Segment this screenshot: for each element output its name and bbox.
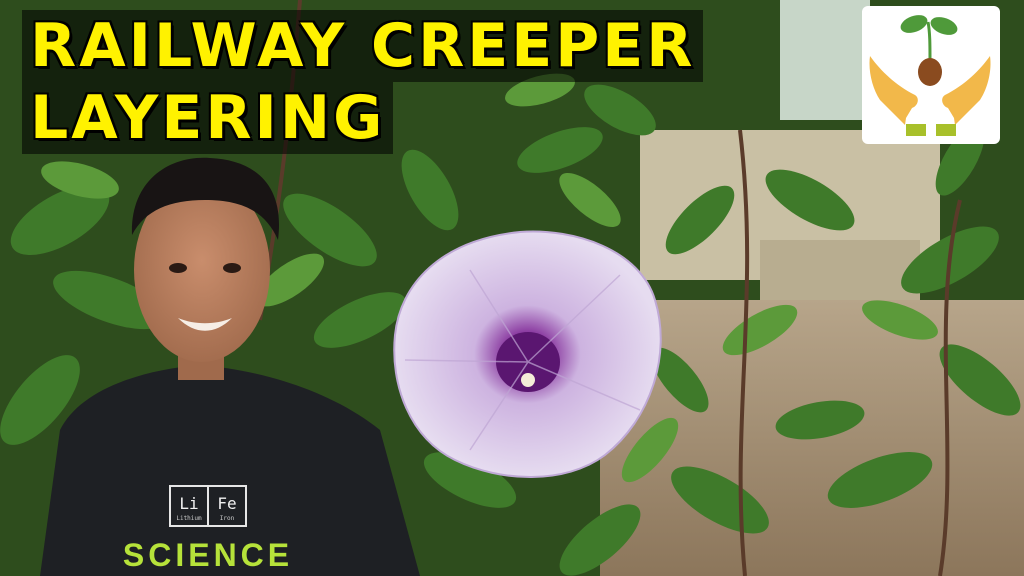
title-line-1: RAILWAY CREEPER [22, 10, 704, 82]
shirt-element-1: Li [179, 494, 198, 513]
shirt-element-1-name: Lithium [176, 515, 202, 522]
sky-patch [780, 0, 870, 120]
title-line-2: LAYERING [22, 82, 394, 154]
channel-logo [862, 6, 1000, 144]
railway-creeper-flower [393, 230, 662, 478]
shirt-element-2: Fe [217, 494, 236, 513]
thumbnail-title: RAILWAY CREEPER LAYERING [22, 10, 704, 154]
seed-icon [918, 58, 942, 86]
shirt-element-2-name: Iron [220, 515, 235, 522]
shirt-science-word: SCIENCE [123, 537, 293, 573]
